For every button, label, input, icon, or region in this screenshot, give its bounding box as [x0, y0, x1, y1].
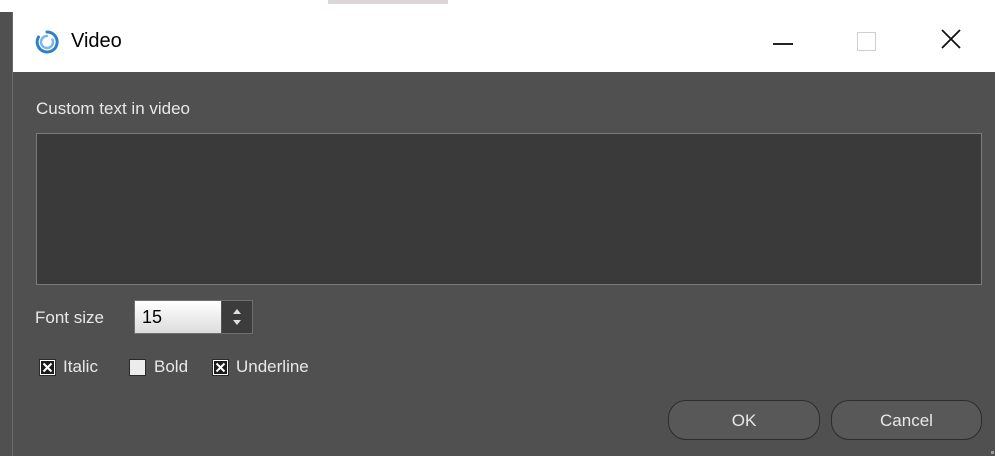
italic-checkbox[interactable] [39, 359, 56, 376]
underline-label[interactable]: Underline [236, 357, 309, 377]
up-down-arrows-icon [233, 309, 241, 325]
font-size-label: Font size [35, 308, 104, 327]
font-size-value[interactable]: 15 [142, 307, 162, 328]
background-window-strip [0, 0, 995, 12]
font-size-spinbox[interactable]: 15 [134, 300, 253, 334]
checkmark-x-icon [214, 361, 227, 374]
close-icon [940, 28, 962, 54]
maximize-button[interactable] [839, 12, 895, 72]
window-title: Video [71, 30, 122, 52]
maximize-icon [857, 32, 876, 51]
checkmark-x-icon [41, 361, 54, 374]
ok-button[interactable]: OK [668, 400, 820, 440]
custom-text-input[interactable] [36, 133, 982, 285]
italic-label[interactable]: Italic [63, 357, 98, 377]
app-logo-icon [34, 29, 60, 55]
cancel-button[interactable]: Cancel [831, 400, 982, 440]
custom-text-label: Custom text in video [36, 99, 191, 118]
video-dialog: Video Custom text in video Font size 15 [12, 12, 995, 456]
background-ghost-text [328, 0, 448, 4]
minimize-button[interactable] [755, 12, 811, 72]
font-size-stepper[interactable] [221, 301, 252, 333]
resize-grip-icon[interactable] [991, 451, 994, 454]
bold-checkbox[interactable] [129, 359, 146, 376]
minimize-icon [773, 43, 793, 45]
close-button[interactable] [923, 12, 979, 72]
bold-label[interactable]: Bold [154, 357, 188, 377]
title-bar[interactable]: Video [13, 12, 995, 72]
underline-checkbox[interactable] [212, 359, 229, 376]
